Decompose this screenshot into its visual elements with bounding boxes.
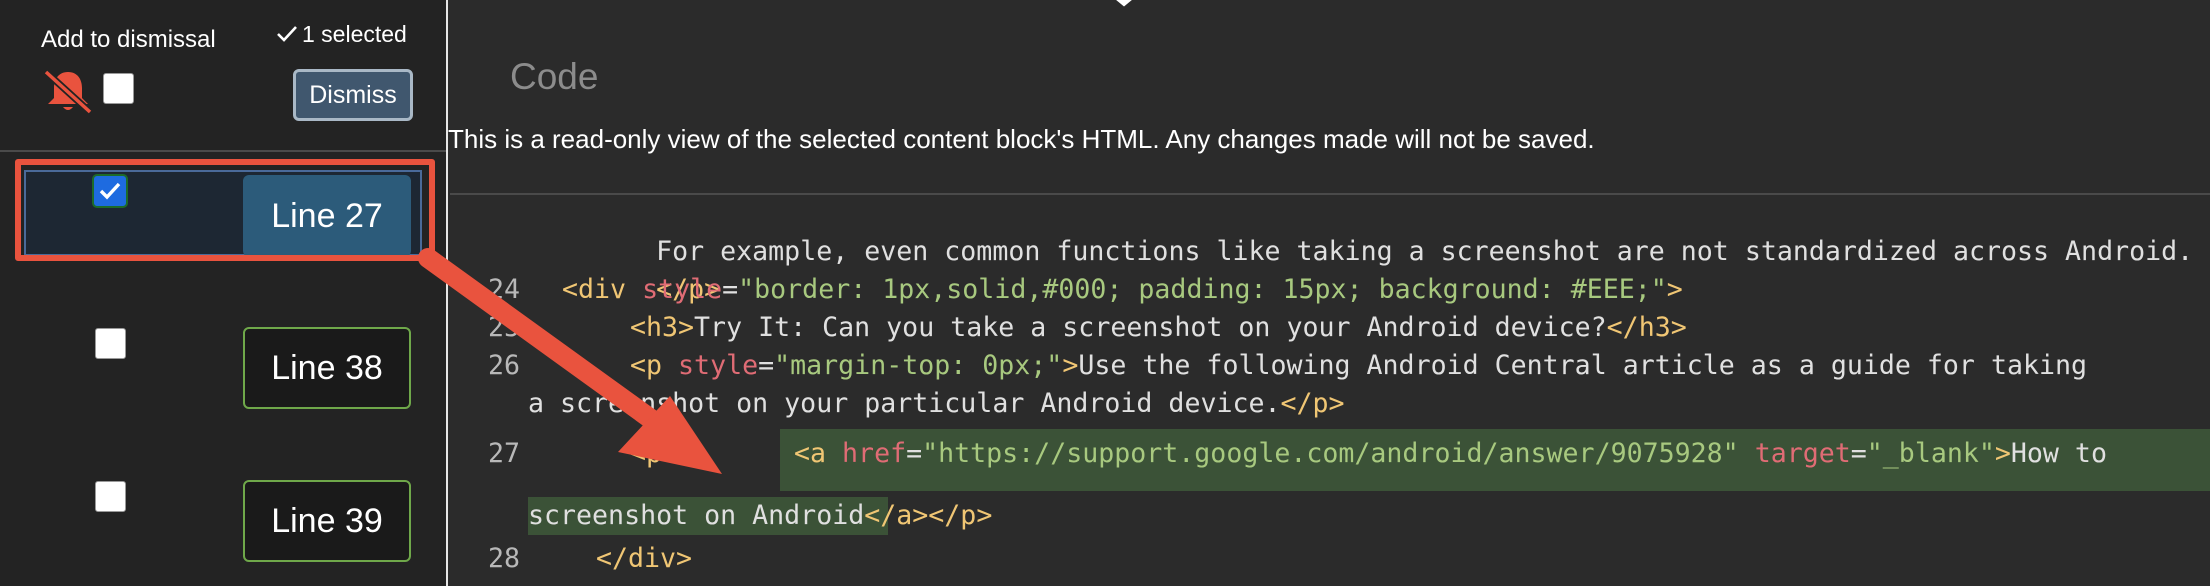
code-line: </p>	[528, 233, 720, 305]
code-tag: </div>	[596, 543, 693, 574]
line-39-checkbox[interactable]	[95, 481, 126, 512]
line-number: 27	[487, 438, 520, 469]
line-38-checkbox[interactable]	[95, 328, 126, 359]
close-icon[interactable]	[1088, 0, 1160, 16]
code-tag: </p>	[1280, 388, 1345, 419]
line-39-button[interactable]: Line 39	[243, 480, 411, 562]
code-attr: style	[678, 350, 759, 381]
line-number: 26	[487, 350, 520, 381]
section-title: Code	[510, 56, 599, 97]
code-tag: <h3>	[630, 312, 695, 343]
checkmark-icon	[277, 26, 297, 42]
code-tag: <div	[562, 274, 627, 305]
code-tag: >	[1666, 274, 1683, 305]
dismissal-controls: Add to dismissal 1 selected Dismiss	[0, 0, 446, 152]
code-string: "border: 1px,solid,#000; padding: 15px; …	[738, 274, 1667, 305]
add-to-dismissal-checkbox[interactable]	[103, 73, 134, 104]
code-eq: =	[758, 350, 775, 381]
code-tag: </p>	[928, 500, 993, 531]
line-number: 24	[487, 274, 520, 305]
code-line: <a href="https://support.google.com/andr…	[794, 435, 2107, 473]
dismiss-button[interactable]: Dismiss	[293, 69, 413, 121]
code-text: How to	[2010, 438, 2107, 469]
code-string: "https://support.google.com/android/answ…	[922, 438, 1739, 469]
code-attr: href	[842, 438, 907, 469]
code-tag: >	[1062, 350, 1079, 381]
code-line: <p>	[630, 435, 678, 473]
code-line: <p style="margin-top: 0px;">Use the foll…	[630, 347, 2087, 385]
code-attr: style	[642, 274, 723, 305]
code-text: a screenshot on your particular Android …	[528, 388, 1281, 419]
code-eq: =	[906, 438, 923, 469]
issues-sidebar: Add to dismissal 1 selected Dismiss Line…	[0, 0, 448, 586]
code-line: For example, even common functions like …	[528, 195, 2193, 267]
code-eq: =	[722, 274, 739, 305]
code-text: Try It: Can you take a screenshot on you…	[694, 312, 1607, 343]
selected-count-text: 1 selected	[302, 21, 407, 47]
app-root: Add to dismissal 1 selected Dismiss Line…	[0, 0, 2210, 586]
code-string: "margin-top: 0px;"	[774, 350, 1063, 381]
add-dismissal-label: Add to dismissal	[41, 26, 216, 53]
code-line: <h3>Try It: Can you take a screenshot on…	[630, 309, 1687, 347]
code-text: For example, even common functions like …	[656, 236, 2194, 267]
code-tag: <p	[630, 350, 663, 381]
code-tag: <a	[794, 438, 827, 469]
annotation-highlight-box	[15, 159, 435, 261]
code-panel: Code This is a read-only view of the sel…	[448, 0, 2210, 586]
code-line: a screenshot on your particular Android …	[528, 385, 1345, 423]
line-number: 25	[487, 312, 520, 343]
code-viewer[interactable]: For example, even common functions like …	[450, 195, 2210, 586]
bell-off-icon	[43, 69, 93, 114]
code-tag: <p>	[630, 438, 679, 469]
code-text: Use the following Android Central articl…	[1078, 350, 2088, 381]
code-line: </div>	[596, 540, 692, 578]
line-38-button[interactable]: Line 38	[243, 327, 411, 409]
code-text: screenshot on Android	[528, 500, 865, 531]
line-number: 28	[487, 543, 520, 574]
code-eq: =	[1850, 438, 1867, 469]
code-line: screenshot on Android</a></p>	[528, 497, 992, 535]
code-attr: target	[1754, 438, 1851, 469]
code-tag: >	[1994, 438, 2011, 469]
code-string: "_blank"	[1866, 438, 1995, 469]
code-tag: </a>	[864, 500, 929, 531]
read-only-notice: This is a read-only view of the selected…	[448, 124, 1595, 154]
code-line: <div style="border: 1px,solid,#000; padd…	[562, 271, 1683, 309]
code-tag: </h3>	[1606, 312, 1687, 343]
selected-count: 1 selected	[276, 21, 407, 48]
